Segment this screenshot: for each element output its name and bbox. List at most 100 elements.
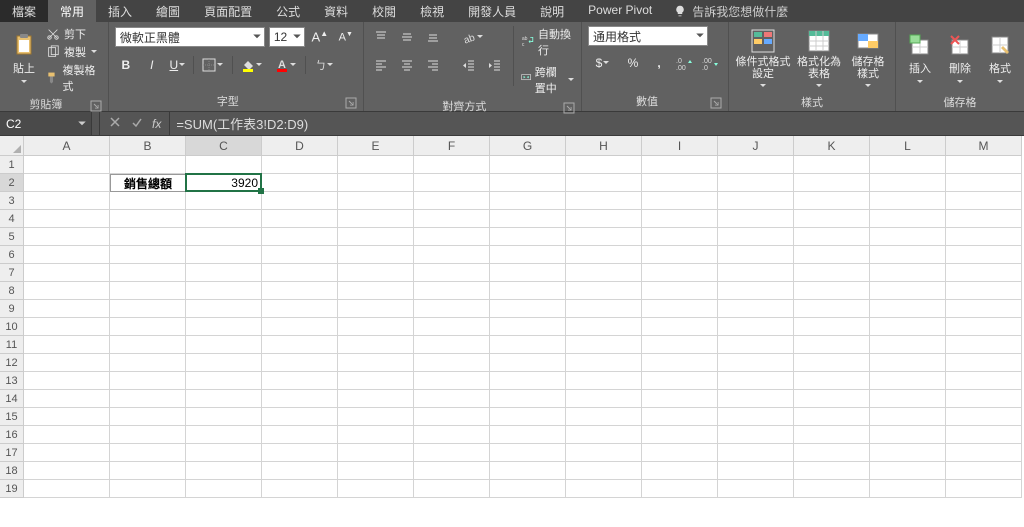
row-header[interactable]: 19 [0, 480, 24, 498]
row-header[interactable]: 11 [0, 336, 24, 354]
cell[interactable] [870, 192, 946, 210]
cell[interactable] [566, 354, 642, 372]
cell[interactable] [566, 210, 642, 228]
cell[interactable] [338, 282, 414, 300]
cell[interactable] [490, 390, 566, 408]
cell[interactable] [566, 480, 642, 498]
cell[interactable] [490, 246, 566, 264]
tab-help[interactable]: 說明 [528, 0, 576, 22]
cell[interactable] [718, 408, 794, 426]
borders-button[interactable] [198, 54, 228, 76]
cell[interactable] [718, 264, 794, 282]
cell[interactable] [262, 300, 338, 318]
cell[interactable] [946, 282, 1022, 300]
cell[interactable] [338, 174, 414, 192]
paste-button[interactable]: 貼上 [6, 26, 42, 92]
row-header[interactable]: 8 [0, 282, 24, 300]
cell[interactable] [262, 480, 338, 498]
cell[interactable] [110, 210, 186, 228]
cell[interactable] [414, 318, 490, 336]
cell[interactable] [870, 228, 946, 246]
cell[interactable] [186, 264, 262, 282]
cell[interactable] [566, 174, 642, 192]
cell[interactable] [870, 246, 946, 264]
cell[interactable] [946, 444, 1022, 462]
cell[interactable] [24, 408, 110, 426]
format-as-table-button[interactable]: 格式化為表格 [795, 26, 843, 92]
cell[interactable] [566, 426, 642, 444]
cell[interactable] [338, 264, 414, 282]
cell[interactable] [186, 246, 262, 264]
cell[interactable] [718, 282, 794, 300]
cell[interactable] [24, 174, 110, 192]
cell[interactable] [794, 174, 870, 192]
cell[interactable] [24, 480, 110, 498]
tell-me-search[interactable]: 告訴我您想做什麼 [664, 0, 798, 22]
cell[interactable] [946, 228, 1022, 246]
decrease-font-button[interactable]: A▼ [335, 26, 357, 48]
cell[interactable] [490, 300, 566, 318]
phonetic-button[interactable]: ㄅ [310, 54, 340, 76]
cell[interactable] [338, 354, 414, 372]
cell[interactable] [870, 426, 946, 444]
cell[interactable] [946, 300, 1022, 318]
dialog-launcher-icon[interactable] [345, 97, 357, 109]
cell[interactable] [414, 192, 490, 210]
cell[interactable] [566, 444, 642, 462]
cell[interactable] [566, 282, 642, 300]
font-color-button[interactable]: A [271, 54, 301, 76]
cell[interactable] [338, 408, 414, 426]
cell[interactable] [794, 390, 870, 408]
cell[interactable] [794, 300, 870, 318]
increase-indent-button[interactable] [484, 54, 506, 76]
orientation-button[interactable]: ab [458, 26, 488, 48]
cell[interactable] [490, 210, 566, 228]
cell[interactable] [24, 426, 110, 444]
row-header[interactable]: 12 [0, 354, 24, 372]
tab-formulas[interactable]: 公式 [264, 0, 312, 22]
cell[interactable] [186, 444, 262, 462]
cell[interactable] [870, 372, 946, 390]
cancel-formula-button[interactable] [108, 115, 122, 132]
row-header[interactable]: 4 [0, 210, 24, 228]
row-header[interactable]: 6 [0, 246, 24, 264]
cell[interactable] [414, 174, 490, 192]
cell[interactable] [186, 408, 262, 426]
cell-styles-button[interactable]: 儲存格樣式 [847, 26, 889, 92]
cell[interactable] [490, 192, 566, 210]
cell[interactable] [186, 192, 262, 210]
cell[interactable] [870, 210, 946, 228]
comma-button[interactable]: , [648, 52, 670, 74]
increase-decimal-button[interactable]: .0.00 [674, 52, 696, 74]
row-header[interactable]: 16 [0, 426, 24, 444]
row-header[interactable]: 18 [0, 462, 24, 480]
cell[interactable] [490, 318, 566, 336]
row-header[interactable]: 13 [0, 372, 24, 390]
cell[interactable] [24, 192, 110, 210]
cell[interactable] [870, 408, 946, 426]
cell[interactable] [110, 444, 186, 462]
cell[interactable] [338, 210, 414, 228]
tab-home[interactable]: 常用 [48, 0, 96, 22]
select-all-corner[interactable] [0, 136, 24, 156]
cell[interactable] [642, 192, 718, 210]
cell[interactable] [794, 282, 870, 300]
fill-color-button[interactable] [237, 54, 267, 76]
cell[interactable] [870, 480, 946, 498]
cell[interactable] [566, 228, 642, 246]
cell[interactable] [414, 210, 490, 228]
cell[interactable] [338, 192, 414, 210]
cell[interactable] [24, 318, 110, 336]
cell[interactable] [490, 462, 566, 480]
cell[interactable] [24, 264, 110, 282]
cell[interactable] [642, 372, 718, 390]
cell[interactable] [718, 192, 794, 210]
cell[interactable] [262, 228, 338, 246]
col-header[interactable]: K [794, 136, 870, 156]
cell[interactable] [642, 264, 718, 282]
cell[interactable] [870, 318, 946, 336]
cell[interactable] [794, 462, 870, 480]
cell[interactable] [490, 444, 566, 462]
font-name-combo[interactable]: 微軟正黑體 [115, 27, 265, 47]
col-header[interactable]: G [490, 136, 566, 156]
